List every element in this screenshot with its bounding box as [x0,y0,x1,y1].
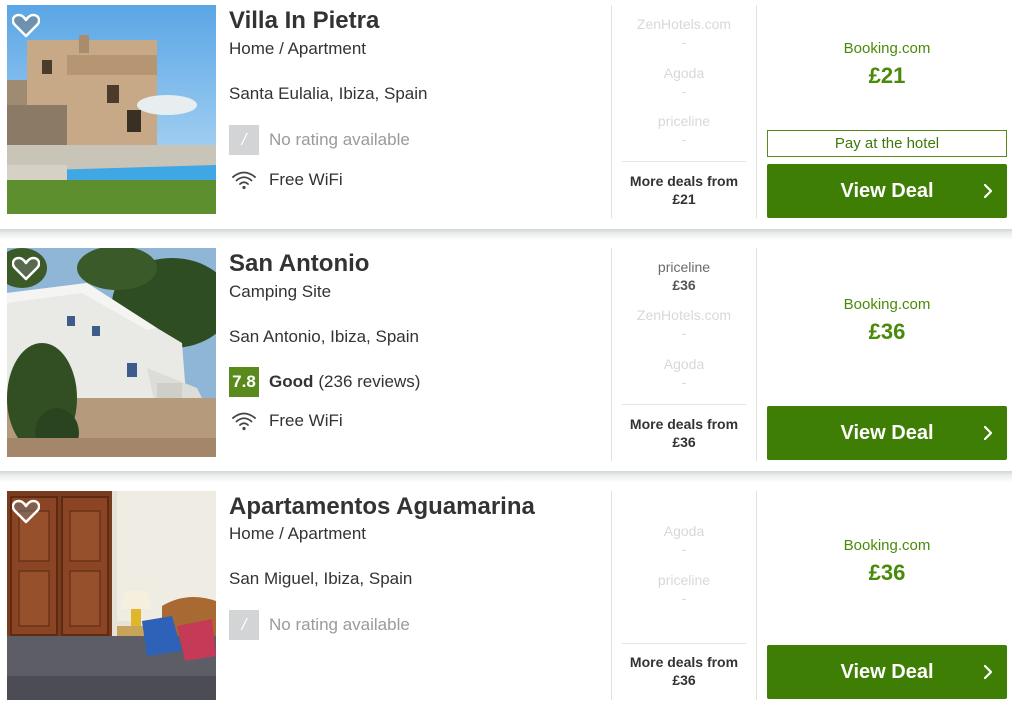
hotel-photo[interactable] [7,5,216,214]
rating-text: Good (236 reviews) [269,372,420,392]
rating-word: Good [269,372,314,391]
rating-text: No rating available [269,615,410,634]
hotel-name[interactable]: Villa In Pietra [229,6,379,36]
rating-badge: / [229,610,259,640]
deal-item[interactable]: Agoda - [612,355,756,391]
main-deal-price[interactable]: £36 [767,560,1007,586]
view-deal-label: View Deal [840,421,934,444]
wifi-icon [232,171,256,190]
more-deals-price: £36 [672,434,696,450]
hotel-photo[interactable] [7,491,216,700]
divider [756,491,757,700]
more-deals-label: More deals from [629,654,739,670]
hotel-photo[interactable] [7,248,216,457]
view-deal-label: View Deal [840,660,934,683]
main-deal-price[interactable]: £21 [767,63,1007,89]
view-deal-label: View Deal [840,179,934,202]
deal-item[interactable]: Agoda - [612,522,756,558]
deal-price: - [681,325,687,341]
hotel-name[interactable]: San Antonio [229,249,369,279]
deal-price: - [681,590,687,606]
rating-text: No rating available [269,130,410,149]
deal-price: £36 [672,277,696,293]
divider [756,5,757,218]
deals-divider [622,643,746,644]
divider [756,248,757,461]
wifi-icon [232,412,256,431]
deal-site: priceline [657,113,711,129]
deal-site: Agoda [663,356,705,372]
more-deals-label: More deals from [629,416,739,432]
view-deal-button[interactable]: View Deal [767,164,1007,218]
chevron-right-icon [983,183,993,199]
deal-price: - [681,131,687,147]
rating-badge: / [229,125,259,155]
deal-item[interactable]: priceline £36 [612,258,756,294]
view-deal-button[interactable]: View Deal [767,406,1007,460]
more-deals-link[interactable]: More deals from £21 [612,172,756,208]
amenity-label: Free WiFi [269,170,343,189]
more-deals-label: More deals from [629,173,739,189]
hotel-card: Apartamentos Aguamarina Home / Apartment… [0,491,1012,705]
hotel-name[interactable]: Apartamentos Aguamarina [229,492,535,522]
deal-price: - [681,541,687,557]
more-deals-price: £21 [672,191,696,207]
deals-divider [622,404,746,405]
property-type: Camping Site [229,282,332,301]
rating-row: / No rating available [229,125,410,155]
card-separator [0,471,1012,482]
deal-site: ZenHotels.com [636,307,732,323]
deal-site: priceline [657,259,711,275]
main-deal-site[interactable]: Booking.com [767,537,1007,554]
hotel-card: Villa In Pietra Home / Apartment Santa E… [0,5,1012,229]
rating-badge: 7.8 [229,367,259,397]
heart-icon[interactable] [12,255,40,281]
deal-price: - [681,374,687,390]
deal-price: - [681,83,687,99]
card-separator [0,229,1012,240]
property-type: Home / Apartment [229,524,367,543]
pay-at-hotel-badge: Pay at the hotel [767,130,1007,157]
more-deals-link[interactable]: More deals from £36 [612,653,756,689]
main-deal-site[interactable]: Booking.com [767,40,1007,57]
hotel-location[interactable]: San Miguel, Ibiza, Spain [229,569,412,589]
hotel-location[interactable]: San Antonio, Ibiza, Spain [229,327,419,347]
deals-divider [622,161,746,162]
deal-item[interactable]: priceline - [612,571,756,607]
amenity-row: Free WiFi [229,170,343,190]
amenity-label: Free WiFi [269,411,343,430]
hotel-card: San Antonio Camping Site San Antonio, Ib… [0,248,1012,468]
amenity-row: Free WiFi [229,411,343,431]
deal-site: ZenHotels.com [636,16,732,32]
hotel-location[interactable]: Santa Eulalia, Ibiza, Spain [229,84,427,104]
property-type: Home / Apartment [229,39,367,58]
main-deal-site[interactable]: Booking.com [767,296,1007,313]
deal-item[interactable]: Agoda - [612,64,756,100]
main-deal-price[interactable]: £36 [767,319,1007,345]
chevron-right-icon [983,664,993,680]
deal-item[interactable]: priceline - [612,112,756,148]
deal-site: Agoda [663,65,705,81]
review-count: (236 reviews) [318,372,421,391]
more-deals-link[interactable]: More deals from £36 [612,415,756,451]
view-deal-button[interactable]: View Deal [767,645,1007,699]
more-deals-price: £36 [672,672,696,688]
deal-item[interactable]: ZenHotels.com - [612,15,756,51]
rating-row: / No rating available [229,610,410,640]
deal-site: priceline [657,572,711,588]
deal-item[interactable]: ZenHotels.com - [612,306,756,342]
rating-row[interactable]: 7.8 Good (236 reviews) [229,367,420,397]
chevron-right-icon [983,425,993,441]
heart-icon[interactable] [12,498,40,524]
deal-price: - [681,34,687,50]
heart-icon[interactable] [12,12,40,38]
deal-site: Agoda [663,523,705,539]
